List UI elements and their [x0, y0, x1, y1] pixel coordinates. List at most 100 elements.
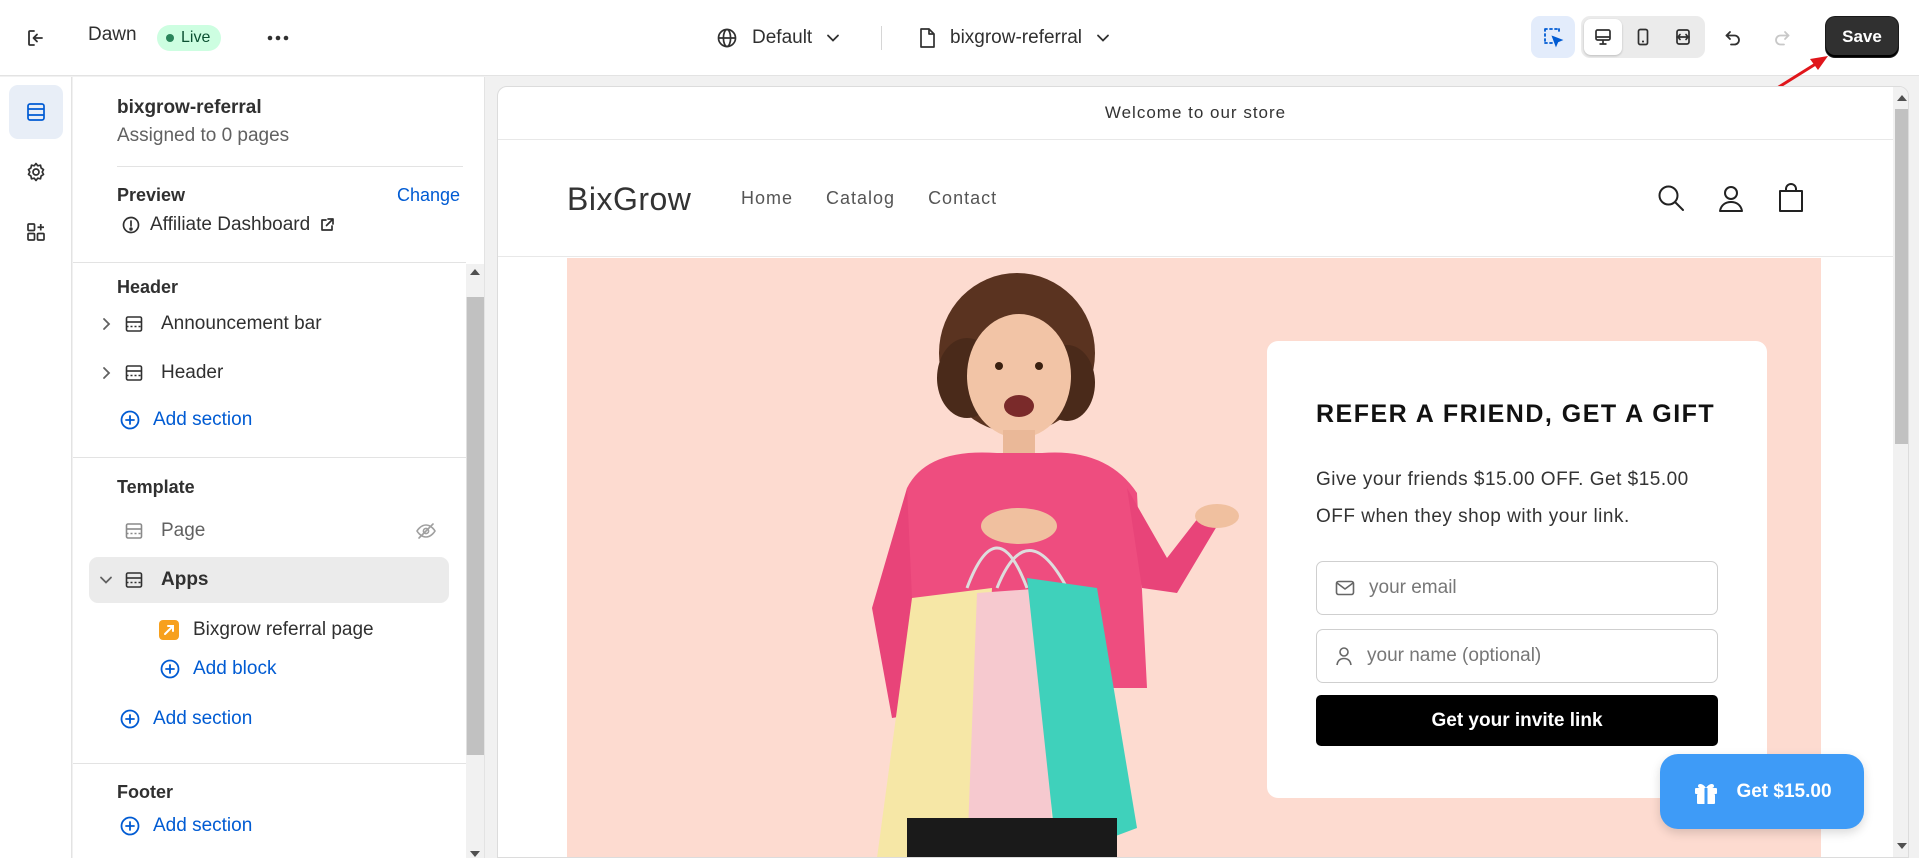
app-embeds-nav-button[interactable]: [9, 205, 63, 259]
template-assignment: Assigned to 0 pages: [117, 125, 290, 146]
store-cart-button[interactable]: [1773, 180, 1809, 216]
section-apps[interactable]: Apps: [89, 557, 449, 603]
language-label: Default: [752, 27, 813, 48]
exit-button[interactable]: [22, 24, 50, 52]
more-actions-button[interactable]: [262, 24, 294, 52]
plus-circle-icon: [120, 816, 140, 836]
referral-card-description: Give your friends $15.00 OFF. Get $15.00…: [1316, 469, 1689, 527]
preview-scrollbar-thumb[interactable]: [1895, 109, 1908, 444]
store-nav: Home Catalog Contact: [741, 188, 997, 209]
mobile-view-button[interactable]: [1624, 19, 1662, 55]
name-input[interactable]: [1367, 645, 1687, 667]
chevron-right-icon[interactable]: [95, 317, 117, 331]
globe-icon: [717, 28, 737, 48]
plus-circle-icon: [120, 709, 140, 729]
hidden-eye-icon[interactable]: [415, 521, 437, 547]
preview-page-name: Affiliate Dashboard: [150, 214, 311, 235]
email-field[interactable]: [1316, 561, 1718, 615]
theme-settings-nav-button[interactable]: [9, 145, 63, 199]
redo-button[interactable]: [1765, 22, 1799, 54]
live-status-badge: Live: [157, 25, 222, 51]
live-dot-icon: [166, 34, 174, 42]
section-announcement-bar[interactable]: Announcement bar: [89, 301, 449, 347]
store-header: BixGrow Home Catalog Contact: [498, 140, 1893, 257]
language-selector[interactable]: Default: [716, 22, 840, 54]
scroll-up-icon[interactable]: [470, 269, 480, 275]
woman-shopping-bags-image: [872, 273, 1239, 857]
floating-button-label: Get $15.00: [1736, 780, 1832, 802]
nav-link-catalog[interactable]: Catalog: [826, 188, 895, 209]
section-label: Header: [161, 362, 224, 383]
save-button[interactable]: Save: [1826, 17, 1898, 57]
desktop-view-button[interactable]: [1584, 19, 1622, 55]
template-info-panel: bixgrow-referral Assigned to 0 pages Pre…: [73, 77, 466, 263]
scroll-down-icon[interactable]: [1897, 843, 1907, 849]
sidebar-scrollbar-thumb[interactable]: [466, 297, 484, 755]
apps-icon: [27, 223, 45, 241]
plus-circle-icon: [160, 659, 180, 679]
add-section-label: Add section: [153, 409, 253, 430]
cart-icon: [1779, 183, 1803, 212]
block-bixgrow-referral-page[interactable]: Bixgrow referral page: [159, 619, 374, 641]
preview-page-link[interactable]: Affiliate Dashboard: [121, 214, 335, 236]
divider: [73, 457, 466, 458]
toolbar-divider: [881, 26, 882, 50]
store-search-button[interactable]: [1653, 180, 1689, 216]
referral-card: REFER A FRIEND, GET A GIFT Give your fri…: [1267, 341, 1767, 798]
section-page[interactable]: Page: [89, 508, 449, 554]
footer-group-title: Footer: [117, 782, 173, 802]
desktop-icon: [1595, 29, 1611, 45]
sections-sidebar: bixgrow-referral Assigned to 0 pages Pre…: [73, 77, 485, 858]
chevron-right-icon[interactable]: [95, 366, 117, 380]
email-input[interactable]: [1369, 577, 1689, 599]
divider: [73, 763, 466, 764]
scroll-up-icon[interactable]: [1897, 95, 1907, 101]
template-label: bixgrow-referral: [950, 27, 1082, 48]
inspector-toggle-button[interactable]: [1531, 16, 1575, 58]
mail-icon: [1335, 580, 1355, 596]
external-link-icon: [321, 218, 335, 231]
fullwidth-icon: [1676, 29, 1690, 45]
plus-circle-icon: [120, 410, 140, 430]
user-icon: [1336, 647, 1352, 666]
section-icon: [121, 521, 147, 541]
fullwidth-view-button[interactable]: [1664, 19, 1702, 55]
add-section-footer-button[interactable]: Add section: [119, 815, 252, 837]
preview-label: Preview: [117, 185, 186, 205]
add-section-template-button[interactable]: Add section: [119, 708, 252, 730]
add-block-button[interactable]: Add block: [159, 658, 276, 680]
nav-link-home[interactable]: Home: [741, 188, 793, 209]
template-title: bixgrow-referral: [117, 97, 262, 118]
referral-card-title: REFER A FRIEND, GET A GIFT: [1316, 400, 1716, 428]
sections-icon: [27, 103, 45, 121]
more-horizontal-icon: [267, 35, 289, 41]
announcement-bar[interactable]: Welcome to our store: [498, 87, 1893, 140]
section-icon: [121, 314, 147, 334]
gift-icon: [1695, 783, 1718, 804]
mobile-icon: [1637, 28, 1649, 46]
sections-nav-button[interactable]: [9, 85, 63, 139]
name-field[interactable]: [1316, 629, 1718, 683]
store-logo[interactable]: BixGrow: [567, 181, 691, 218]
referral-floating-button[interactable]: Get $15.00: [1660, 754, 1864, 829]
undo-button[interactable]: [1716, 22, 1750, 54]
scroll-down-icon[interactable]: [470, 851, 480, 857]
live-status-label: Live: [181, 29, 211, 46]
change-preview-link[interactable]: Change: [397, 185, 460, 206]
section-header[interactable]: Header: [89, 350, 449, 396]
get-invite-link-button[interactable]: Get your invite link: [1316, 695, 1718, 746]
redo-icon: [1775, 31, 1790, 46]
section-icon: [121, 363, 147, 383]
add-section-header-button[interactable]: Add section: [119, 409, 252, 431]
section-label: Page: [161, 520, 206, 541]
chevron-down-icon[interactable]: [95, 575, 117, 585]
header-group-title: Header: [117, 277, 179, 297]
nav-link-contact[interactable]: Contact: [928, 188, 997, 209]
gear-icon: [27, 162, 45, 182]
undo-icon: [1725, 31, 1740, 46]
user-icon: [1719, 186, 1743, 212]
section-label: Apps: [161, 569, 209, 590]
template-selector[interactable]: bixgrow-referral: [918, 22, 1110, 54]
store-account-button[interactable]: [1713, 180, 1749, 216]
storefront-preview: Welcome to our store BixGrow Home Catalo…: [497, 86, 1909, 858]
